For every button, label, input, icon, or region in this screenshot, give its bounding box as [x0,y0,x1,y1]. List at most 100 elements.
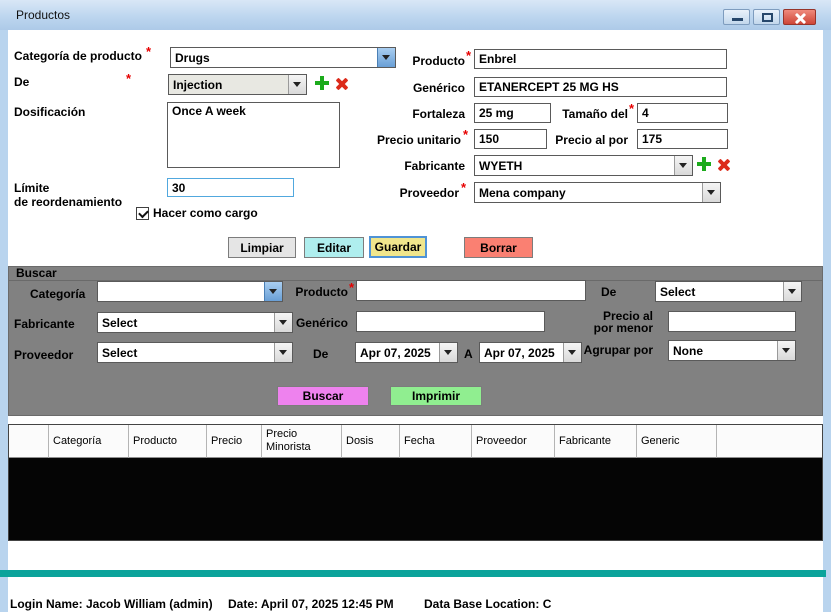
results-grid: Categoría Producto Precio Precio Minoris… [8,424,823,541]
minimize-icon [732,18,743,21]
tamano-input[interactable] [637,103,728,123]
limite-label-line2: de reordenamiento [14,195,122,209]
chevron-down-icon[interactable] [377,48,395,67]
precio-unitario-label: Precio unitario [377,133,461,147]
grid-header-filler [717,425,822,458]
buscar-producto-label: Producto [295,285,348,299]
borrar-button[interactable]: Borrar [464,237,533,258]
chevron-down-icon[interactable] [674,156,692,175]
grid-column-header[interactable]: Dosis [342,425,400,458]
delete-icon[interactable] [716,157,732,173]
cargo-label: Hacer como cargo [153,206,258,220]
generico-input[interactable] [474,77,727,97]
de-label: De [14,75,29,89]
maximize-button[interactable] [753,9,780,25]
add-icon[interactable] [696,156,712,172]
window-title: Productos [16,8,70,22]
required-marker: * [461,180,466,195]
fecha-a-value: Apr 07, 2025 [480,346,563,360]
proveedor-label: Proveedor [400,186,459,200]
de-select-value: Injection [169,78,288,92]
categoria-select[interactable]: Drugs [170,47,396,68]
buscar-fecha-a-label: A [464,347,473,361]
chevron-down-icon[interactable] [274,313,292,332]
grid-column-header[interactable]: Producto [129,425,207,458]
producto-label: Producto [412,54,465,68]
chevron-down-icon[interactable] [288,75,306,94]
buscar-proveedor-select-value: Select [98,346,274,360]
buscar-fabricante-label: Fabricante [14,317,75,331]
buscar-button[interactable]: Buscar [277,386,369,406]
buscar-precio-menor-input[interactable] [668,311,796,332]
fecha-de-datepicker[interactable]: Apr 07, 2025 [355,342,458,363]
chevron-down-icon[interactable] [264,282,282,301]
generico-label: Genérico [413,81,465,95]
delete-icon[interactable] [334,76,350,92]
grid-column-header[interactable]: Fecha [400,425,472,458]
chevron-down-icon[interactable] [777,341,795,360]
dosificacion-label: Dosificación [14,105,85,119]
chevron-down-icon[interactable] [783,282,801,301]
grid-column-header[interactable]: Proveedor [472,425,555,458]
agrupar-select[interactable]: None [668,340,796,361]
producto-input[interactable] [474,49,727,69]
buscar-de-select[interactable]: Select [655,281,802,302]
maximize-icon [762,13,773,22]
tamano-label: Tamaño del [562,107,628,121]
grid-column-header[interactable]: Precio [207,425,262,458]
fortaleza-input[interactable] [474,103,551,123]
required-marker: * [146,44,151,59]
limpiar-button[interactable]: Limpiar [228,237,296,258]
divider-bar [0,570,826,577]
limite-label-line1: Límite [14,181,49,195]
de-select[interactable]: Injection [168,74,307,95]
fortaleza-label: Fortaleza [412,107,465,121]
buscar-categoria-select[interactable] [97,281,283,302]
precio-unitario-input[interactable] [474,129,547,149]
minimize-button[interactable] [723,9,750,25]
categoria-select-value: Drugs [171,51,377,65]
chevron-down-icon[interactable] [439,343,457,362]
grid-header-row: Categoría Producto Precio Precio Minoris… [9,425,822,458]
grid-column-header[interactable] [9,425,49,458]
chevron-down-icon[interactable] [274,343,292,362]
precio-por-input[interactable] [637,129,728,149]
grid-column-header[interactable]: Generic [637,425,717,458]
buscar-fecha-de-label: De [313,347,328,361]
titlebar[interactable]: Productos [0,0,831,30]
fabricante-select[interactable]: WYETH [474,155,693,176]
limite-input[interactable] [167,178,294,197]
grid-column-header[interactable]: Fabricante [555,425,637,458]
grid-column-header[interactable]: Precio Minorista [262,425,342,458]
dosificacion-textarea[interactable]: Once A week [167,102,340,168]
proveedor-select[interactable]: Mena company [474,182,721,203]
status-date: Date: April 07, 2025 12:45 PM [228,597,394,611]
imprimir-button[interactable]: Imprimir [390,386,482,406]
buscar-de-label: De [601,285,616,299]
guardar-button[interactable]: Guardar [369,236,427,258]
buscar-fabricante-select[interactable]: Select [97,312,293,333]
cargo-checkbox[interactable] [136,207,149,220]
proveedor-select-value: Mena company [475,186,702,200]
buscar-fabricante-select-value: Select [98,316,274,330]
required-marker: * [349,280,354,295]
agrupar-select-value: None [669,344,777,358]
categoria-label: Categoría de producto [14,49,142,63]
buscar-de-select-value: Select [656,285,783,299]
buscar-generico-input[interactable] [356,311,545,332]
fecha-a-datepicker[interactable]: Apr 07, 2025 [479,342,582,363]
buscar-proveedor-select[interactable]: Select [97,342,293,363]
precio-por-label: Precio al por [555,133,628,147]
add-icon[interactable] [314,75,330,91]
editar-button[interactable]: Editar [304,237,364,258]
chevron-down-icon[interactable] [563,343,581,362]
buscar-producto-input[interactable] [356,280,586,301]
buscar-generico-label: Genérico [296,316,348,330]
chevron-down-icon[interactable] [702,183,720,202]
close-button[interactable] [783,9,816,25]
grid-column-header[interactable]: Categoría [49,425,129,458]
buscar-agrupar-label: Agrupar por [584,343,653,357]
buscar-title: Buscar [16,266,57,280]
buscar-proveedor-label: Proveedor [14,348,73,362]
grid-body [9,458,822,540]
